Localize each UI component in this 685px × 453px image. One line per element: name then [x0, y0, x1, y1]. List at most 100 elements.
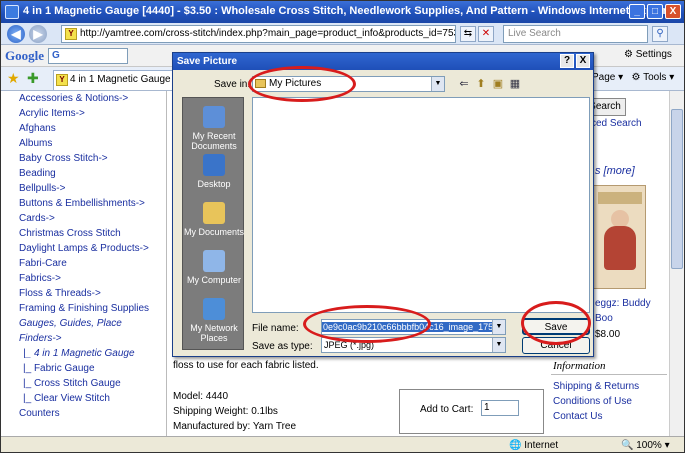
close-button[interactable]: X — [665, 4, 681, 19]
tools-menu[interactable]: Tools — [643, 72, 666, 83]
scrollbar-thumb[interactable] — [671, 109, 683, 269]
save-picture-dialog: Save Picture ? X Save in: My Pictures ▼ … — [172, 52, 594, 357]
help-button[interactable]: ? — [560, 54, 574, 68]
zoom-label: 100% — [636, 440, 662, 451]
nav-item[interactable]: Finders-> — [9, 331, 166, 346]
tab-favicon-icon: Y — [56, 74, 68, 86]
new-folder-icon[interactable]: ▣ — [491, 77, 505, 91]
chevron-down-icon[interactable]: ▼ — [492, 338, 505, 352]
nav-item[interactable]: Acrylic Items-> — [9, 106, 166, 121]
window-title-bar[interactable]: 4 in 1 Magnetic Gauge [4440] - $3.50 : W… — [1, 1, 684, 23]
information-header: Information — [551, 357, 667, 375]
up-folder-icon[interactable]: ⬆ — [474, 77, 488, 91]
save-as-type-label: Save as type: — [252, 341, 313, 352]
address-input[interactable]: Y http://yamtree.com/cross-stitch/index.… — [61, 25, 456, 43]
nav-item[interactable]: Albums — [9, 136, 166, 151]
back-arrow-icon[interactable]: ◀ — [7, 25, 25, 43]
chevron-down-icon[interactable]: ▼ — [492, 320, 505, 334]
place-my-documents[interactable]: My Documents — [183, 202, 245, 237]
product-details: floss to use for each fabric listed. Mod… — [173, 357, 548, 436]
nav-item[interactable]: Gauges, Guides, Place — [9, 316, 166, 331]
browser-tab[interactable]: Y 4 in 1 Magnetic Gauge [4440] - ... — [53, 70, 175, 90]
save-as-type-select[interactable]: JPEG (*.jpg) ▼ — [321, 337, 506, 353]
product-image[interactable] — [593, 185, 646, 289]
nav-item[interactable]: Counters — [9, 406, 166, 421]
nav-item[interactable]: |_ Clear View Stitch — [9, 391, 166, 406]
place-my-computer[interactable]: My Computer — [183, 250, 245, 285]
save-button[interactable]: Save — [522, 318, 590, 335]
nav-item[interactable]: |_ Cross Stitch Gauge — [9, 376, 166, 391]
live-search-input[interactable]: Live Search — [503, 25, 648, 43]
dialog-title-bar[interactable]: Save Picture ? X — [173, 53, 593, 70]
zoom-level[interactable]: 🔍 100% ▾ — [621, 440, 670, 451]
nav-item[interactable]: Baby Cross Stitch-> — [9, 151, 166, 166]
file-name-input[interactable]: 0e9c0ac9b210c66bbbfb04c16_image_175x220 … — [321, 319, 506, 335]
nav-item[interactable]: Christmas Cross Stitch — [9, 226, 166, 241]
search-icon[interactable]: ⚲ — [652, 26, 668, 42]
file-list[interactable] — [252, 97, 590, 313]
refresh-icon[interactable]: ✕ — [478, 26, 494, 42]
minimize-button[interactable]: _ — [629, 4, 645, 19]
my-documents-icon — [203, 202, 225, 224]
compatibility-icon[interactable]: ⇆ — [460, 26, 476, 42]
place-network-places[interactable]: My Network Places — [183, 298, 245, 343]
nav-item[interactable]: Fabrics-> — [9, 271, 166, 286]
dialog-close-button[interactable]: X — [576, 54, 590, 68]
info-link-contact[interactable]: Contact Us — [553, 411, 602, 422]
info-link-conditions[interactable]: Conditions of Use — [553, 396, 632, 407]
manufacturer: Manufactured by: Yarn Tree — [173, 421, 297, 432]
maximize-button[interactable]: □ — [647, 4, 663, 19]
desktop-icon — [203, 154, 225, 176]
product-model: Model: 4440 — [173, 391, 229, 402]
nav-item[interactable]: |_ 4 in 1 Magnetic Gauge — [9, 346, 166, 361]
zone-label: Internet — [524, 440, 559, 451]
nav-item[interactable]: Cards-> — [9, 211, 166, 226]
save-in-dropdown[interactable]: My Pictures ▼ — [252, 76, 445, 92]
settings-button[interactable]: ⚙ Settings — [624, 49, 672, 60]
place-label: Desktop — [197, 179, 231, 189]
nav-item[interactable]: |_ Fabric Gauge — [9, 361, 166, 376]
chevron-down-icon[interactable]: ▼ — [431, 77, 444, 91]
product-name-link[interactable]: eggz: Buddy — [595, 298, 651, 309]
address-url: http://yamtree.com/cross-stitch/index.ph… — [80, 28, 456, 39]
page-menu[interactable]: Page — [592, 72, 615, 83]
cancel-button[interactable]: Cancel — [522, 337, 590, 354]
more-link[interactable]: s [more] — [595, 165, 635, 177]
settings-label: Settings — [635, 49, 672, 60]
nav-item[interactable]: Floss & Threads-> — [9, 286, 166, 301]
magnifier-icon: 🔍 — [621, 440, 637, 451]
figure-body — [604, 226, 636, 270]
tools-gear-icon: ⚙ — [631, 72, 641, 83]
forward-arrow-icon[interactable]: ▶ — [29, 25, 47, 43]
status-bar: 🌐 Internet 🔍 100% ▾ — [1, 436, 684, 452]
favorites-star-icon[interactable]: ★ — [7, 70, 20, 87]
google-logo: Google — [5, 48, 44, 63]
google-search-input[interactable]: G — [48, 48, 128, 64]
nav-item[interactable]: Afghans — [9, 121, 166, 136]
save-in-value: My Pictures — [269, 78, 322, 89]
nav-item[interactable]: Accessories & Notions-> — [9, 91, 166, 106]
view-menu-icon[interactable]: ▦ — [508, 77, 522, 91]
nav-item[interactable]: Beading — [9, 166, 166, 181]
nav-item[interactable]: Daylight Lamps & Products-> — [9, 241, 166, 256]
vertical-scrollbar[interactable] — [669, 91, 684, 436]
place-desktop[interactable]: Desktop — [183, 154, 245, 189]
save-in-label: Save in: — [214, 79, 251, 90]
info-link-shipping[interactable]: Shipping & Returns — [553, 381, 639, 392]
category-sidebar: Accessories & Notions-> Acrylic Items-> Af… — [9, 91, 167, 436]
ie-app-icon — [5, 5, 19, 19]
advanced-search-link[interactable]: ced Search — [591, 118, 642, 129]
tab-label: 4 in 1 Magnetic Gauge [4440] - ... — [70, 74, 174, 85]
product-name-link-line2[interactable]: Boo — [595, 313, 613, 324]
nav-item[interactable]: Fabri-Care — [9, 256, 166, 271]
add-favorites-icon[interactable]: ✚ — [27, 70, 39, 87]
nav-item[interactable]: Bellpulls-> — [9, 181, 166, 196]
nav-item[interactable]: Buttons & Embellishments-> — [9, 196, 166, 211]
file-name-label: File name: — [252, 323, 299, 334]
quantity-input[interactable]: 1 — [481, 400, 519, 416]
page-tools-menu: Page ▾ ⚙ Tools ▾ — [592, 72, 675, 83]
browser-window: 4 in 1 Magnetic Gauge [4440] - $3.50 : W… — [0, 0, 685, 453]
nav-item[interactable]: Framing & Finishing Supplies — [9, 301, 166, 316]
place-recent-documents[interactable]: My Recent Documents — [183, 106, 245, 151]
back-icon[interactable]: ⇐ — [457, 77, 471, 91]
